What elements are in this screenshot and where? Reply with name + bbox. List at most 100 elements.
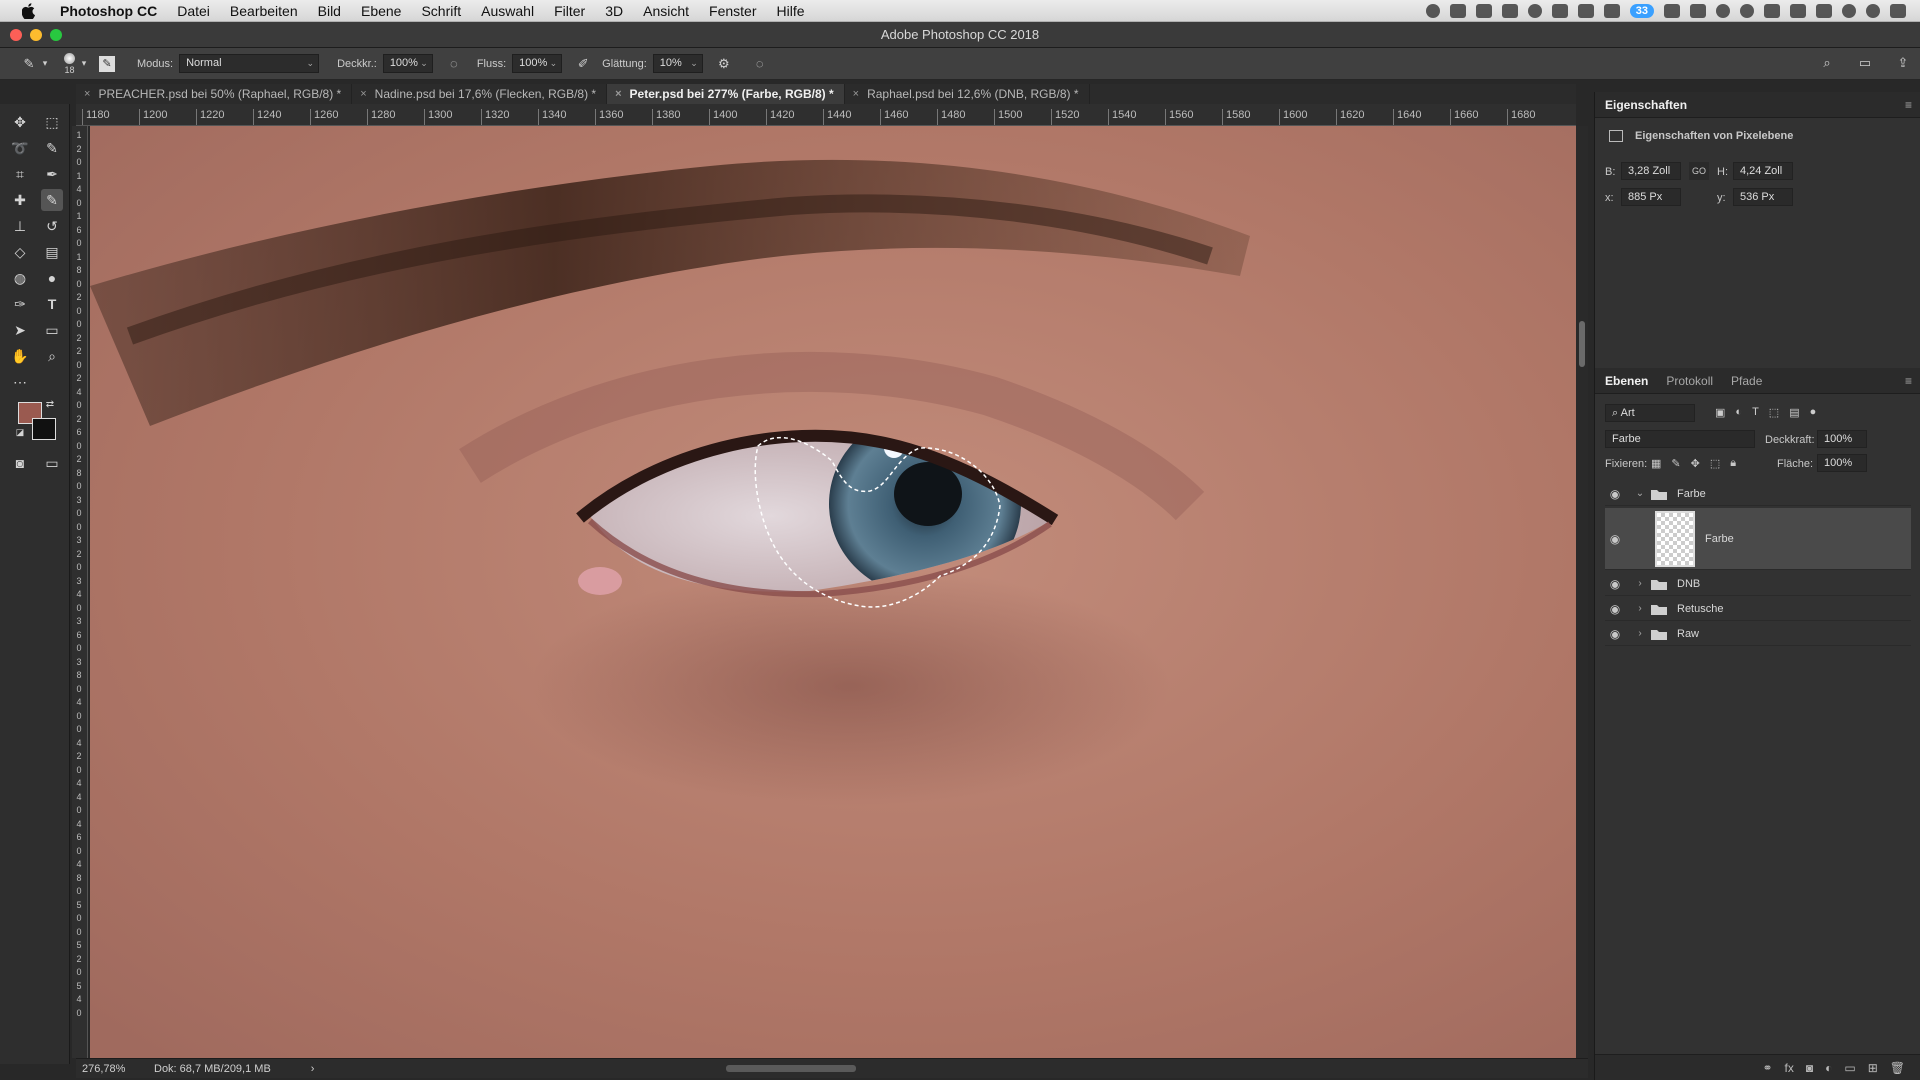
- layer-filter-select[interactable]: ⌕ Art: [1605, 404, 1695, 422]
- menu-ansicht[interactable]: Ansicht: [633, 0, 699, 22]
- gradient-tool-icon[interactable]: ▤: [41, 241, 63, 263]
- spotlight-icon[interactable]: [1842, 4, 1856, 18]
- battery-icon[interactable]: [1816, 4, 1832, 18]
- hd-icon[interactable]: [1664, 4, 1680, 18]
- vertical-ruler[interactable]: 1 2 0 1 4 0 1 6 0 1 8 0 2 0 0 2 2 0 2 4 0 2 6 0 2 8 0 3 0 0 3 2 0 3 4 0 3 6 0 3…: [72, 126, 88, 1058]
- screen-mode-icon[interactable]: ▭: [41, 452, 63, 474]
- minimize-window-icon[interactable]: [30, 29, 42, 41]
- record-icon[interactable]: [1425, 4, 1440, 18]
- status-menu-arrow-icon[interactable]: ›: [311, 1063, 315, 1075]
- lock-artboard-icon[interactable]: ⬚: [1710, 457, 1720, 470]
- opacity-field[interactable]: 100% ⌄: [382, 54, 433, 73]
- eye-icon[interactable]: ◉: [1605, 532, 1625, 546]
- chevron-right-icon[interactable]: ›: [1633, 578, 1647, 589]
- sync-icon[interactable]: [1716, 4, 1730, 18]
- menu-schrift[interactable]: Schrift: [411, 0, 471, 22]
- lasso-tool-icon[interactable]: ➰: [9, 137, 31, 159]
- filter-type-icon[interactable]: T: [1752, 406, 1759, 419]
- adjustment-icon[interactable]: ◐: [1825, 1061, 1832, 1075]
- clone-stamp-tool-icon[interactable]: ⊥: [9, 215, 31, 237]
- zoom-tool-icon[interactable]: ⌕: [41, 345, 63, 367]
- mode-select[interactable]: Normal ⌄: [179, 54, 320, 73]
- link-dimensions-icon[interactable]: GO: [1689, 162, 1709, 180]
- tab-peter[interactable]: × Peter.psd bei 277% (Farbe, RGB/8) *: [607, 84, 845, 104]
- tab-paths[interactable]: Pfade: [1731, 374, 1762, 388]
- tab-properties[interactable]: Eigenschaften: [1605, 98, 1687, 112]
- close-icon[interactable]: ×: [615, 88, 621, 100]
- zoom-level[interactable]: 276,78%: [82, 1063, 152, 1075]
- blend-mode-select[interactable]: Farbe: [1605, 430, 1755, 448]
- tab-layers[interactable]: Ebenen: [1605, 374, 1648, 388]
- menu-3d[interactable]: 3D: [595, 0, 633, 22]
- eye-icon[interactable]: ◉: [1605, 602, 1625, 616]
- eraser-tool-icon[interactable]: ◇: [9, 241, 31, 263]
- close-icon[interactable]: ×: [360, 88, 366, 100]
- flow-field[interactable]: 100% ⌄: [512, 54, 563, 73]
- chevron-right-icon[interactable]: ›: [1633, 603, 1647, 614]
- eye-icon[interactable]: ◉: [1605, 487, 1625, 501]
- brush-size-dropdown-icon[interactable]: ▾: [79, 55, 89, 73]
- lock-pixels-icon[interactable]: ✎: [1671, 457, 1680, 470]
- horizontal-scrollbar-thumb[interactable]: [726, 1065, 856, 1072]
- airplay-icon[interactable]: [1790, 4, 1806, 18]
- panel-menu-icon[interactable]: ≡: [1905, 374, 1912, 388]
- new-layer-icon[interactable]: ⊞: [1868, 1061, 1878, 1075]
- lock-all-icon[interactable]: 🔒︎: [1730, 457, 1736, 470]
- eye-icon[interactable]: ◉: [1605, 627, 1625, 641]
- siri-icon[interactable]: [1866, 4, 1880, 18]
- blur-tool-icon[interactable]: ◍: [9, 267, 31, 289]
- close-icon[interactable]: ×: [853, 88, 859, 100]
- vertical-scrollbar[interactable]: [1576, 126, 1588, 1058]
- filter-toggle-icon[interactable]: ●: [1810, 406, 1817, 419]
- hand-tool-icon[interactable]: ✋: [9, 345, 31, 367]
- workspace-icon[interactable]: ▭: [1856, 54, 1874, 72]
- notification-icon[interactable]: [1690, 4, 1706, 18]
- fill-field[interactable]: 100%: [1817, 454, 1867, 472]
- crop-tool-icon[interactable]: ⌗: [9, 163, 31, 185]
- layer-group-dnb[interactable]: ◉ › DNB: [1605, 572, 1911, 596]
- tab-history[interactable]: Protokoll: [1666, 374, 1713, 388]
- tab-raphael[interactable]: × Raphael.psd bei 12,6% (DNB, RGB/8) *: [845, 84, 1090, 104]
- fx-icon[interactable]: fx: [1785, 1061, 1794, 1075]
- close-icon[interactable]: ×: [84, 88, 90, 100]
- brush-panel-toggle-icon[interactable]: ✎: [99, 55, 115, 72]
- eyedropper-tool-icon[interactable]: ✒: [41, 163, 63, 185]
- smoothing-settings-gear-icon[interactable]: ⚙: [715, 55, 733, 73]
- healing-brush-tool-icon[interactable]: ✚: [9, 189, 31, 211]
- close-window-icon[interactable]: [10, 29, 22, 41]
- dodge-tool-icon[interactable]: ●: [41, 267, 63, 289]
- layer-opacity-field[interactable]: 100%: [1817, 430, 1867, 448]
- layer-group-raw[interactable]: ◉ › Raw: [1605, 622, 1911, 646]
- rectangle-tool-icon[interactable]: ▭: [41, 319, 63, 341]
- panel-menu-icon[interactable]: ≡: [1905, 98, 1912, 112]
- tab-nadine[interactable]: × Nadine.psd bei 17,6% (Flecken, RGB/8) *: [352, 84, 608, 104]
- trash-icon[interactable]: 🗑︎: [1890, 1061, 1905, 1075]
- menu-ebene[interactable]: Ebene: [351, 0, 411, 22]
- link-icon[interactable]: ⚭: [1762, 1061, 1772, 1075]
- filter-smart-object-icon[interactable]: ▤: [1789, 406, 1799, 419]
- menu-auswahl[interactable]: Auswahl: [471, 0, 544, 22]
- filter-adjustment-icon[interactable]: ◐: [1735, 406, 1742, 419]
- creative-cloud-icon[interactable]: [1527, 4, 1542, 18]
- smoothing-field[interactable]: 10% ⌄: [652, 54, 703, 73]
- wifi-icon[interactable]: [1764, 4, 1780, 18]
- bluetooth-icon[interactable]: [1740, 4, 1754, 18]
- script-icon[interactable]: [1577, 4, 1594, 18]
- chevron-down-icon[interactable]: ⌄: [1633, 488, 1647, 499]
- marquee-tool-icon[interactable]: ⬚: [41, 111, 63, 133]
- apple-icon[interactable]: [20, 2, 38, 20]
- layer-group-retusche[interactable]: ◉ › Retusche: [1605, 597, 1911, 621]
- scrollbar-thumb[interactable]: [1579, 321, 1585, 367]
- notification-center-icon[interactable]: [1890, 4, 1906, 18]
- background-color-swatch[interactable]: [32, 418, 56, 440]
- history-brush-tool-icon[interactable]: ↺: [41, 215, 63, 237]
- evernote-icon[interactable]: [1551, 4, 1568, 18]
- more-tools-icon[interactable]: ⋯: [9, 371, 31, 393]
- screen-icon[interactable]: [1449, 4, 1466, 18]
- quick-mask-icon[interactable]: ◙: [9, 452, 31, 474]
- filter-shape-icon[interactable]: ⬚: [1769, 406, 1779, 419]
- pressure-size-icon[interactable]: ◌: [751, 55, 769, 73]
- dropbox-icon[interactable]: [1475, 4, 1492, 18]
- menu-datei[interactable]: Datei: [167, 0, 220, 22]
- lock-position-icon[interactable]: ✥: [1691, 457, 1700, 470]
